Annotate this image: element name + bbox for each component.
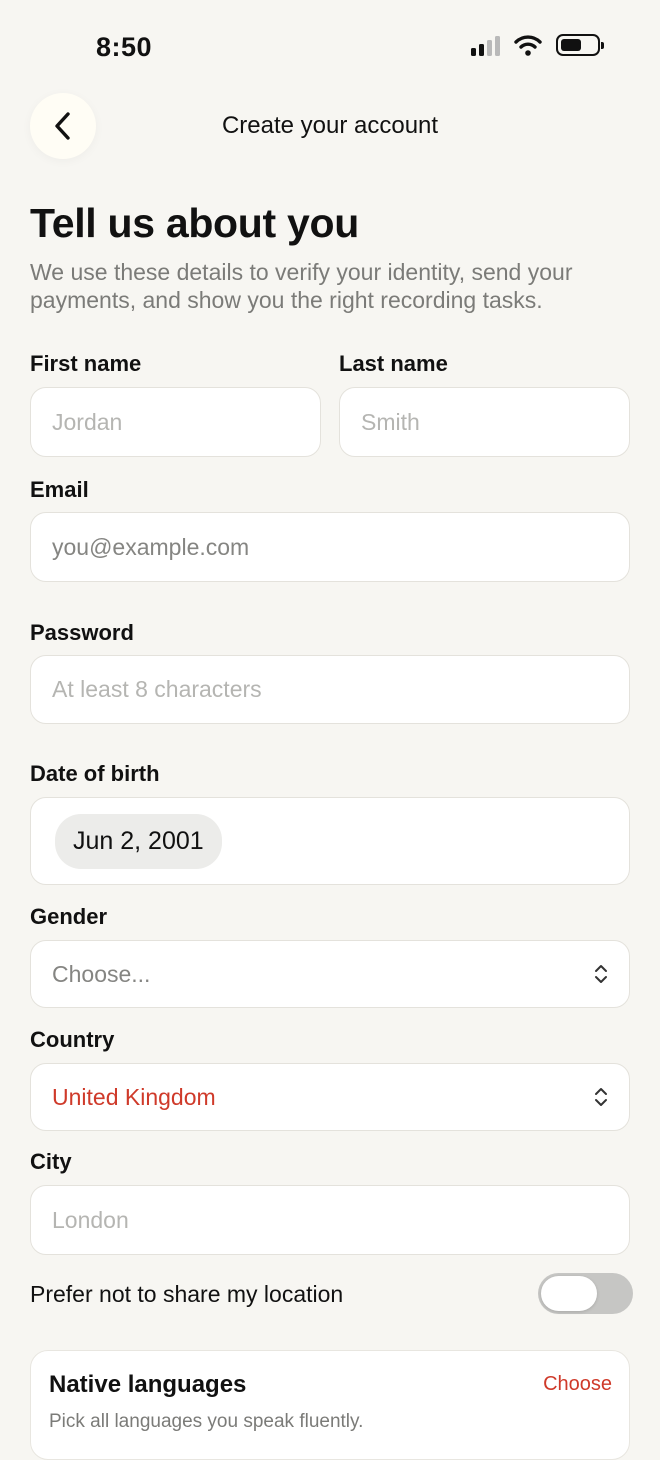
chevron-up-down-icon — [595, 1088, 607, 1106]
hide-location-label: Prefer not to share my location — [30, 1281, 344, 1307]
password-label: Password — [30, 620, 134, 645]
chevron-up-down-icon — [595, 965, 607, 983]
status-time: 8:50 — [96, 32, 153, 62]
toggle-knob — [541, 1276, 597, 1311]
status-bar: 8:50 — [0, 0, 660, 96]
country-selected-value: United Kingdom — [52, 1083, 216, 1110]
status-icons — [471, 34, 604, 56]
last-name-field[interactable]: Smith — [339, 387, 630, 457]
email-label: Email — [30, 477, 89, 502]
city-label: City — [30, 1149, 72, 1174]
native-languages-card: Native languages Choose Pick all languag… — [30, 1350, 630, 1460]
page-subtitle: We use these details to verify your iden… — [30, 259, 573, 313]
last-name-label: Last name — [339, 351, 448, 376]
first-name-placeholder: Jordan — [52, 408, 123, 435]
battery-icon — [556, 34, 604, 56]
city-placeholder: London — [52, 1206, 129, 1233]
page-title: Tell us about you — [30, 200, 359, 246]
city-field[interactable]: London — [30, 1185, 630, 1255]
email-field[interactable]: you@example.com — [30, 512, 630, 582]
cellular-signal-icon — [471, 34, 500, 56]
password-field[interactable]: At least 8 characters — [30, 655, 630, 724]
first-name-field[interactable]: Jordan — [30, 387, 321, 457]
wifi-icon — [514, 35, 542, 56]
country-label: Country — [30, 1027, 115, 1052]
date-of-birth-label: Date of birth — [30, 761, 160, 786]
gender-label: Gender — [30, 904, 108, 929]
country-select[interactable]: United Kingdom — [30, 1063, 630, 1131]
native-languages-hint: Pick all languages you speak fluently. — [49, 1411, 364, 1432]
native-languages-title: Native languages — [49, 1371, 247, 1398]
date-picker-chip[interactable]: Jun 2, 2001 — [55, 813, 222, 869]
date-of-birth-field: Jun 2, 2001 — [30, 797, 630, 885]
email-placeholder: you@example.com — [52, 533, 250, 560]
choose-languages-button[interactable]: Choose — [543, 1373, 612, 1396]
gender-selected-value: Choose... — [52, 960, 151, 987]
password-placeholder: At least 8 characters — [52, 676, 262, 702]
gender-select[interactable]: Choose... — [30, 940, 630, 1008]
hide-location-toggle[interactable] — [538, 1273, 633, 1314]
first-name-label: First name — [30, 351, 142, 376]
last-name-placeholder: Smith — [361, 408, 420, 435]
page-nav-title: Create your account — [221, 112, 439, 139]
